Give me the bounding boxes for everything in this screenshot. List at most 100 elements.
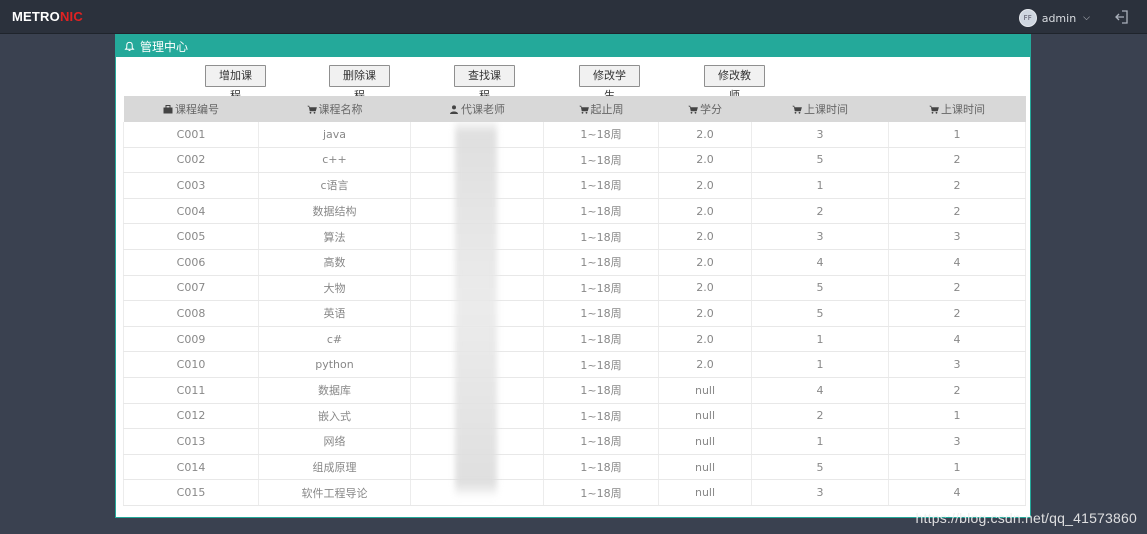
cell-course-name: 英语	[258, 300, 411, 327]
cart-icon	[579, 105, 589, 114]
cell-credits: 2.0	[658, 223, 752, 250]
cell-weeks: 1~18周	[543, 326, 659, 353]
cell-credits: 2.0	[658, 326, 752, 353]
table-row[interactable]: C002 c++ 1~18周 2.0 5 2	[123, 147, 1026, 174]
cell-course-id: C007	[123, 275, 259, 302]
header-label: 起止周	[590, 103, 624, 116]
cell-class-time-2: 3	[888, 223, 1026, 250]
cell-class-time-2: 3	[888, 428, 1026, 455]
cell-course-name: python	[258, 351, 411, 378]
edit-student-button[interactable]: 修改学生	[579, 65, 640, 102]
cell-class-time-2: 4	[888, 249, 1026, 276]
table-row[interactable]: C004 数据结构 1~18周 2.0 2 2	[123, 198, 1026, 225]
header-class-time-2[interactable]: 上课时间	[888, 96, 1026, 122]
table-row[interactable]: C015 软件工程导论 1~18周 null 3 4	[123, 479, 1026, 506]
cell-course-name: 组成原理	[258, 454, 411, 481]
cell-class-time-2: 3	[888, 351, 1026, 378]
table-row[interactable]: C003 c语言 1~18周 2.0 1 2	[123, 172, 1026, 199]
course-table: 课程编号 课程名称 代课老师 起止周 学分 上课时间 上课时间 C001 jav…	[123, 96, 1026, 506]
cell-weeks: 1~18周	[543, 275, 659, 302]
table-row[interactable]: C001 java 1~18周 2.0 3 1	[123, 122, 1026, 148]
table-row[interactable]: C012 嵌入式 1~18周 null 2 1	[123, 403, 1026, 430]
header-label: 课程名称	[318, 103, 363, 116]
table-row[interactable]: C008 英语 1~18周 2.0 5 2	[123, 300, 1026, 327]
cart-icon	[792, 105, 802, 114]
cell-class-time-1: 1	[751, 326, 889, 353]
header-course-name[interactable]: 课程名称	[258, 96, 411, 122]
edit-teacher-button[interactable]: 修改教师	[704, 65, 765, 102]
cell-course-id: C012	[123, 403, 259, 430]
user-icon	[450, 105, 458, 114]
cell-course-id: C013	[123, 428, 259, 455]
panel-header: 管理中心	[116, 35, 1030, 57]
table-row[interactable]: C006 高数 1~18周 2.0 4 4	[123, 249, 1026, 276]
brand-logo-part2: NIC	[59, 9, 83, 24]
cell-course-id: C015	[123, 479, 259, 506]
table-row[interactable]: C011 数据库 1~18周 null 4 2	[123, 377, 1026, 404]
cell-class-time-1: 3	[751, 479, 889, 506]
cell-class-time-2: 2	[888, 172, 1026, 199]
cell-credits: null	[658, 479, 752, 506]
cell-credits: 2.0	[658, 198, 752, 225]
cell-course-id: C004	[123, 198, 259, 225]
cell-weeks: 1~18周	[543, 479, 659, 506]
cell-course-name: 数据结构	[258, 198, 411, 225]
header-label: 学分	[700, 103, 722, 116]
header-weeks[interactable]: 起止周	[543, 96, 659, 122]
cell-course-id: C003	[123, 172, 259, 199]
cell-course-id: C001	[123, 122, 259, 148]
cell-weeks: 1~18周	[543, 122, 659, 148]
logout-icon[interactable]	[1113, 9, 1129, 25]
chevron-down-icon: ⌵	[1083, 13, 1090, 23]
course-table-body: C001 java 1~18周 2.0 3 1 C002 c++ 1~18周 2.0 5 2 C00…	[123, 122, 1026, 506]
cell-credits: null	[658, 454, 752, 481]
table-row[interactable]: C009 c# 1~18周 2.0 1 4	[123, 326, 1026, 353]
cell-course-name: 高数	[258, 249, 411, 276]
cell-class-time-2: 2	[888, 377, 1026, 404]
cell-credits: 2.0	[658, 147, 752, 174]
cell-course-id: C008	[123, 300, 259, 327]
cart-icon	[688, 105, 698, 114]
table-row[interactable]: C010 python 1~18周 2.0 1 3	[123, 351, 1026, 378]
cell-weeks: 1~18周	[543, 300, 659, 327]
user-menu[interactable]: FF admin ⌵	[1018, 9, 1090, 27]
cell-class-time-2: 1	[888, 122, 1026, 148]
cell-course-id: C011	[123, 377, 259, 404]
cell-class-time-1: 2	[751, 198, 889, 225]
table-row[interactable]: C007 大物 1~18周 2.0 5 2	[123, 275, 1026, 302]
add-course-button[interactable]: 增加课程	[205, 65, 266, 102]
brand-logo-part1: METRO	[12, 9, 60, 24]
cell-weeks: 1~18周	[543, 249, 659, 276]
avatar: FF	[1018, 9, 1037, 27]
cell-class-time-1: 4	[751, 377, 889, 404]
header-credits[interactable]: 学分	[658, 96, 752, 122]
cell-weeks: 1~18周	[543, 223, 659, 250]
cell-course-name: 算法	[258, 223, 411, 250]
cell-class-time-1: 5	[751, 300, 889, 327]
cell-weeks: 1~18周	[543, 351, 659, 378]
cell-class-time-2: 2	[888, 198, 1026, 225]
search-course-button[interactable]: 查找课程	[454, 65, 515, 102]
cell-course-id: C006	[123, 249, 259, 276]
cell-class-time-1: 1	[751, 428, 889, 455]
cell-course-name: c语言	[258, 172, 411, 199]
header-course-id[interactable]: 课程编号	[123, 96, 259, 122]
header-label: 上课时间	[941, 103, 985, 116]
cell-course-name: 大物	[258, 275, 411, 302]
cell-credits: 2.0	[658, 172, 752, 199]
cell-course-id: C010	[123, 351, 259, 378]
cell-class-time-2: 2	[888, 147, 1026, 174]
cart-icon	[929, 105, 939, 114]
delete-course-button[interactable]: 删除课程	[329, 65, 390, 102]
header-class-time-1[interactable]: 上课时间	[751, 96, 889, 122]
cell-course-name: java	[258, 122, 411, 148]
brand-logo[interactable]: METRONIC	[12, 9, 83, 24]
cell-credits: 2.0	[658, 122, 752, 148]
management-panel: 管理中心 增加课程 删除课程 查找课程 修改学生 修改教师 课程编号 课程名称 …	[115, 34, 1031, 518]
table-row[interactable]: C013 网络 1~18周 null 1 3	[123, 428, 1026, 455]
cell-class-time-2: 1	[888, 454, 1026, 481]
table-row[interactable]: C005 算法 1~18周 2.0 3 3	[123, 223, 1026, 250]
bell-icon	[124, 41, 135, 51]
cell-credits: null	[658, 428, 752, 455]
table-row[interactable]: C014 组成原理 1~18周 null 5 1	[123, 454, 1026, 481]
